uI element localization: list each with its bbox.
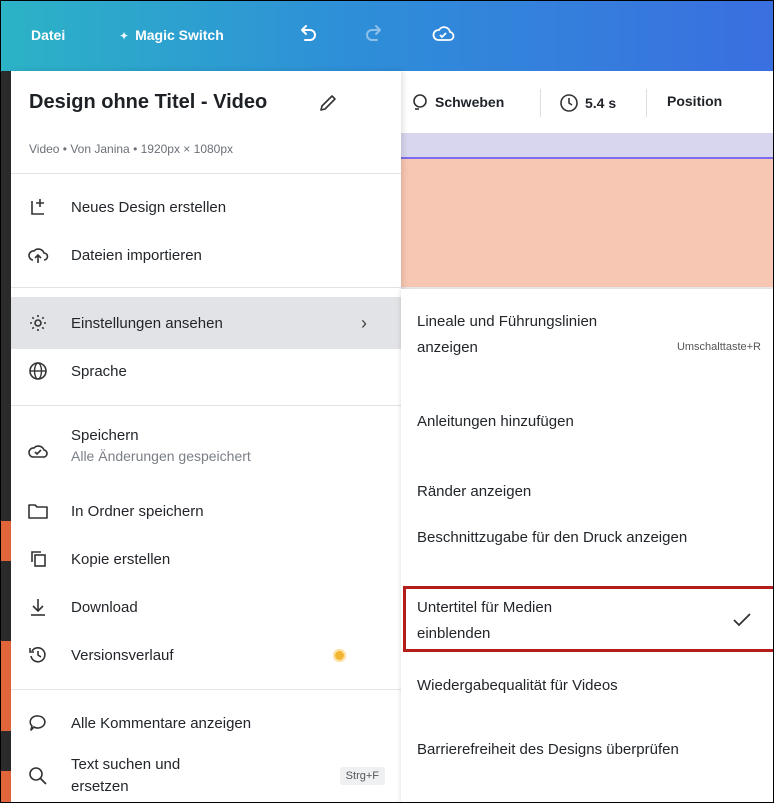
menu-item-new-design[interactable]: Neues Design erstellen [11,191,401,223]
timeline-strip [401,133,773,159]
divider [11,173,401,174]
duration-label: 5.4 s [585,95,617,111]
redo-icon[interactable] [363,23,385,50]
shortcut-hint: Umschalttaste+R [676,341,761,353]
menu-item-label: Einstellungen ansehen [71,314,223,332]
history-icon [27,644,49,666]
submenu-item-playback-quality[interactable]: Wiedergabequalität für Videos [417,673,618,699]
cloud-check-icon [27,440,49,462]
sparkle-icon: ✦ [119,29,130,43]
globe-icon [27,360,49,382]
menu-item-label: Speichern Alle Änderungen gespeichert [71,427,251,464]
settings-submenu: Lineale und Führungslinien anzeigen Umsc… [401,289,773,802]
premium-crown-icon [333,648,346,662]
float-icon [413,94,427,110]
file-menu-button[interactable]: Datei [31,27,65,43]
float-label: Schweben [435,94,505,110]
submenu-item-rulers[interactable]: Lineale und Führungslinien anzeigen [417,309,617,361]
menu-item-label: Neues Design erstellen [71,198,227,216]
menu-item-make-copy[interactable]: Kopie erstellen [11,543,401,575]
pencil-icon[interactable] [318,93,338,118]
left-edge-strip [1,71,11,802]
search-icon [27,765,49,787]
menu-item-label: Versionsverlauf [71,646,174,664]
menu-item-save[interactable]: Speichern Alle Änderungen gespeichert [11,423,401,479]
edge-accent [1,641,11,731]
menu-item-label: Download [71,598,138,616]
menu-item-label: Alle Kommentare anzeigen [71,714,252,732]
divider [11,689,401,690]
comment-icon [27,712,49,734]
edge-accent [1,771,11,802]
submenu-item-show-margins[interactable]: Ränder anzeigen [417,479,531,505]
menu-item-label: Dateien importieren [71,246,202,264]
menu-item-label: In Ordner speichern [71,502,204,520]
shortcut-hint: Strg+F [339,767,385,785]
menu-item-import-files[interactable]: Dateien importieren [11,239,401,271]
divider [11,287,401,288]
divider [540,89,541,117]
clock-icon [560,94,578,112]
magic-switch-label: Magic Switch [135,27,224,43]
menu-item-save-to-folder[interactable]: In Ordner speichern [11,495,401,527]
submenu-item-add-guides[interactable]: Anleitungen hinzufügen [417,409,574,435]
duration-button[interactable]: 5.4 s [559,93,616,113]
menu-item-language[interactable]: Sprache [11,355,401,387]
divider [11,405,401,406]
magic-switch-button[interactable]: ✦ Magic Switch [119,27,224,43]
save-status: Alle Änderungen gespeichert [71,448,251,464]
menu-item-download[interactable]: Download [11,591,401,623]
folder-icon [27,500,49,522]
undo-icon[interactable] [297,23,319,50]
element-toolbar: Schweben 5.4 s Position [401,71,773,133]
menu-item-label: Sprache [71,362,127,380]
position-button[interactable]: Position [667,93,722,109]
cloud-saved-icon[interactable] [431,23,455,50]
submenu-item-print-bleed[interactable]: Beschnittzugabe für den Druck anzeigen [417,525,707,551]
copy-icon [27,548,49,570]
gear-icon [27,312,49,334]
chevron-right-icon: › [361,312,367,333]
save-label: Speichern [71,427,139,444]
design-title[interactable]: Design ohne Titel - Video [29,91,267,114]
submenu-item-accessibility[interactable]: Barrierefreiheit des Designs überprüfen [417,737,707,763]
cloud-upload-icon [27,244,49,266]
menu-item-view-settings[interactable]: Einstellungen ansehen › [11,297,401,349]
file-menu-panel: Design ohne Titel - Video Video • Von Ja… [11,71,401,802]
download-icon [27,596,49,618]
menu-item-label: Kopie erstellen [71,550,171,568]
app-window: Datei ✦ Magic Switch Schweben 5.4 s Posi… [0,0,774,803]
top-bar: Datei ✦ Magic Switch [1,1,773,71]
float-animation-button[interactable]: Schweben [411,93,504,111]
menu-item-version-history[interactable]: Versionsverlauf [11,639,401,671]
menu-item-show-comments[interactable]: Alle Kommentare anzeigen [11,707,401,739]
menu-item-find-replace[interactable]: Text suchen und ersetzen Strg+F [11,751,401,801]
highlight-box [403,586,773,652]
divider [646,89,647,117]
menu-item-label: Text suchen und ersetzen [71,756,181,795]
add-page-icon [27,196,49,218]
canvas-page[interactable] [401,159,773,287]
design-meta: Video • Von Janina • 1920px × 1080px [29,142,234,156]
edge-accent [1,521,11,561]
